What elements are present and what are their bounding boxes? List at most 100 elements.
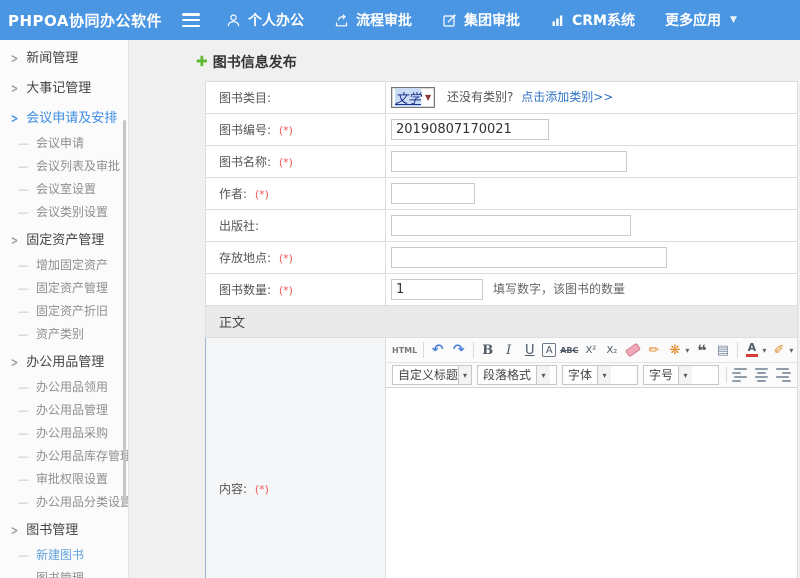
book-category-select[interactable]: 文学 ▼ <box>391 87 435 108</box>
rich-text-editor: HTML ↶ ↷ B I U A ABC X² X₂ ✏ <box>386 338 797 578</box>
sidebar-group-fixed-assets[interactable]: >固定资产管理 <box>0 228 128 254</box>
top-menu: 个人办公 流程审批 集团审批 CRM系统 更 <box>226 10 737 30</box>
category-note: 还没有类别? <box>447 90 513 104</box>
dash-icon: — <box>18 206 29 219</box>
toolbar-separator <box>423 342 424 358</box>
add-category-link[interactable]: 点击添加类别>> <box>521 90 613 104</box>
dash-icon: — <box>18 450 29 463</box>
book-name-input[interactable] <box>391 151 627 172</box>
caret-down-icon[interactable]: ▾ <box>762 346 766 355</box>
editor-toolbar-row2: 自定义标题 ▾ 段落格式 ▾ 字体 ▾ 字号 ▾ <box>386 363 797 388</box>
hamburger-icon[interactable] <box>182 13 200 27</box>
sidebar-item-new-book[interactable]: —新建图书 <box>0 544 128 567</box>
sidebar-item-approval-permission[interactable]: —审批权限设置 <box>0 468 128 491</box>
sidebar-item-add-asset[interactable]: —增加固定资产 <box>0 254 128 277</box>
sidebar-item-supplies-manage[interactable]: —办公用品管理 <box>0 399 128 422</box>
app-logo[interactable]: PHPOA协同办公软件 <box>0 10 168 31</box>
sidebar-item-supplies-inventory[interactable]: —办公用品库存管理 <box>0 445 128 468</box>
font-family-combo[interactable]: 字体 ▾ <box>562 365 638 385</box>
highlight-color-icon[interactable]: ✐ <box>770 341 787 359</box>
row-content: 内容: (*) HTML ↶ ↷ B I U A ABC <box>206 338 798 578</box>
bar-chart-icon <box>550 13 565 28</box>
sidebar-item-supplies-claim[interactable]: —办公用品领用 <box>0 376 128 399</box>
sidebar-item-book-manage[interactable]: —图书管理 <box>0 567 128 578</box>
dash-icon: — <box>18 473 29 486</box>
dash-icon: — <box>18 572 29 578</box>
source-code-button[interactable]: HTML <box>392 341 417 359</box>
section-header: 正文 <box>206 306 798 338</box>
book-number-input[interactable] <box>391 119 549 140</box>
nav-workflow-approval[interactable]: 流程审批 <box>334 10 412 30</box>
publisher-input[interactable] <box>391 215 631 236</box>
align-justify-icon[interactable] <box>795 366 797 384</box>
eraser-icon[interactable] <box>624 341 641 359</box>
sidebar-group-meeting[interactable]: >会议申请及安排 <box>0 106 128 132</box>
custom-title-combo[interactable]: 自定义标题 ▾ <box>392 365 472 385</box>
field-label: 图书数量: <box>219 283 271 297</box>
toolbar-separator <box>473 342 474 358</box>
bold-icon[interactable]: B <box>479 341 496 359</box>
dash-icon: — <box>18 404 29 417</box>
sidebar-group-office-supplies[interactable]: >办公用品管理 <box>0 350 128 376</box>
sidebar-item-meeting-apply[interactable]: —会议申请 <box>0 132 128 155</box>
editor-toolbar-row1: HTML ↶ ↷ B I U A ABC X² X₂ ✏ <box>386 338 797 363</box>
format-brush-icon[interactable]: ✏ <box>645 341 662 359</box>
align-center-icon[interactable] <box>753 366 770 384</box>
sidebar-item-supplies-purchase[interactable]: —办公用品采购 <box>0 422 128 445</box>
quantity-input[interactable] <box>391 279 483 300</box>
row-publisher: 出版社: <box>206 210 798 242</box>
editor-content-area[interactable] <box>386 388 797 578</box>
nav-crm-system[interactable]: CRM系统 <box>550 10 635 30</box>
dash-icon: — <box>18 282 29 295</box>
italic-icon[interactable]: I <box>500 341 517 359</box>
paste-icon[interactable]: ▤ <box>714 341 731 359</box>
autotypeset-icon[interactable]: ❋ <box>666 341 683 359</box>
chevron-right-icon: > <box>11 74 18 104</box>
field-label: 图书名称: <box>219 155 271 169</box>
caret-down-icon[interactable]: ▾ <box>685 346 689 355</box>
workflow-approval-icon <box>334 13 349 28</box>
strikethrough-icon[interactable]: ABC <box>560 341 578 359</box>
superscript-icon[interactable]: X² <box>582 341 599 359</box>
sidebar-item-supplies-category[interactable]: —办公用品分类设置 <box>0 491 128 514</box>
caret-down-icon: ▾ <box>597 366 611 384</box>
chevron-right-icon: > <box>11 348 18 378</box>
sidebar-item-meeting-room[interactable]: —会议室设置 <box>0 178 128 201</box>
blockquote-icon[interactable]: ❝ <box>693 341 710 359</box>
sidebar-group-memorabilia[interactable]: >大事记管理 <box>0 76 128 102</box>
sidebar-scrollbar[interactable] <box>123 120 126 505</box>
required-mark: (*) <box>255 483 269 496</box>
nav-personal-office[interactable]: 个人办公 <box>226 10 304 30</box>
field-label: 图书编号: <box>219 123 271 137</box>
row-author: 作者: (*) <box>206 178 798 210</box>
font-color-icon[interactable]: A <box>743 341 760 359</box>
chevron-right-icon: > <box>11 44 18 74</box>
caret-down-icon[interactable]: ▾ <box>789 346 793 355</box>
page-title: ✚ 图书信息发布 <box>196 51 800 73</box>
sidebar-item-asset-depreciation[interactable]: —固定资产折旧 <box>0 300 128 323</box>
sidebar-item-asset-manage[interactable]: —固定资产管理 <box>0 277 128 300</box>
location-input[interactable] <box>391 247 667 268</box>
sidebar-group-news[interactable]: >新闻管理 <box>0 46 128 72</box>
sidebar-item-meeting-category[interactable]: —会议类别设置 <box>0 201 128 224</box>
sidebar-group-books[interactable]: >图书管理 <box>0 518 128 544</box>
row-book-name: 图书名称: (*) <box>206 146 798 178</box>
redo-icon[interactable]: ↷ <box>450 341 467 359</box>
underline-icon[interactable]: U <box>521 341 538 359</box>
nav-group-approval[interactable]: 集团审批 <box>442 10 520 30</box>
nav-more-apps[interactable]: 更多应用 ▼ <box>665 10 737 30</box>
char-border-icon[interactable]: A <box>542 343 556 357</box>
align-right-icon[interactable] <box>774 366 791 384</box>
undo-icon[interactable]: ↶ <box>429 341 446 359</box>
paragraph-format-combo[interactable]: 段落格式 ▾ <box>477 365 557 385</box>
align-left-icon[interactable] <box>732 366 749 384</box>
subscript-icon[interactable]: X₂ <box>603 341 620 359</box>
sidebar-item-meeting-list[interactable]: —会议列表及审批 <box>0 155 128 178</box>
sidebar-item-asset-category[interactable]: —资产类别 <box>0 323 128 346</box>
dash-icon: — <box>18 496 29 509</box>
author-input[interactable] <box>391 183 475 204</box>
dash-icon: — <box>18 381 29 394</box>
field-label: 出版社: <box>219 219 259 233</box>
sidebar: >新闻管理 >大事记管理 >会议申请及安排 —会议申请 —会议列表及审批 —会议… <box>0 40 129 578</box>
font-size-combo[interactable]: 字号 ▾ <box>643 365 719 385</box>
